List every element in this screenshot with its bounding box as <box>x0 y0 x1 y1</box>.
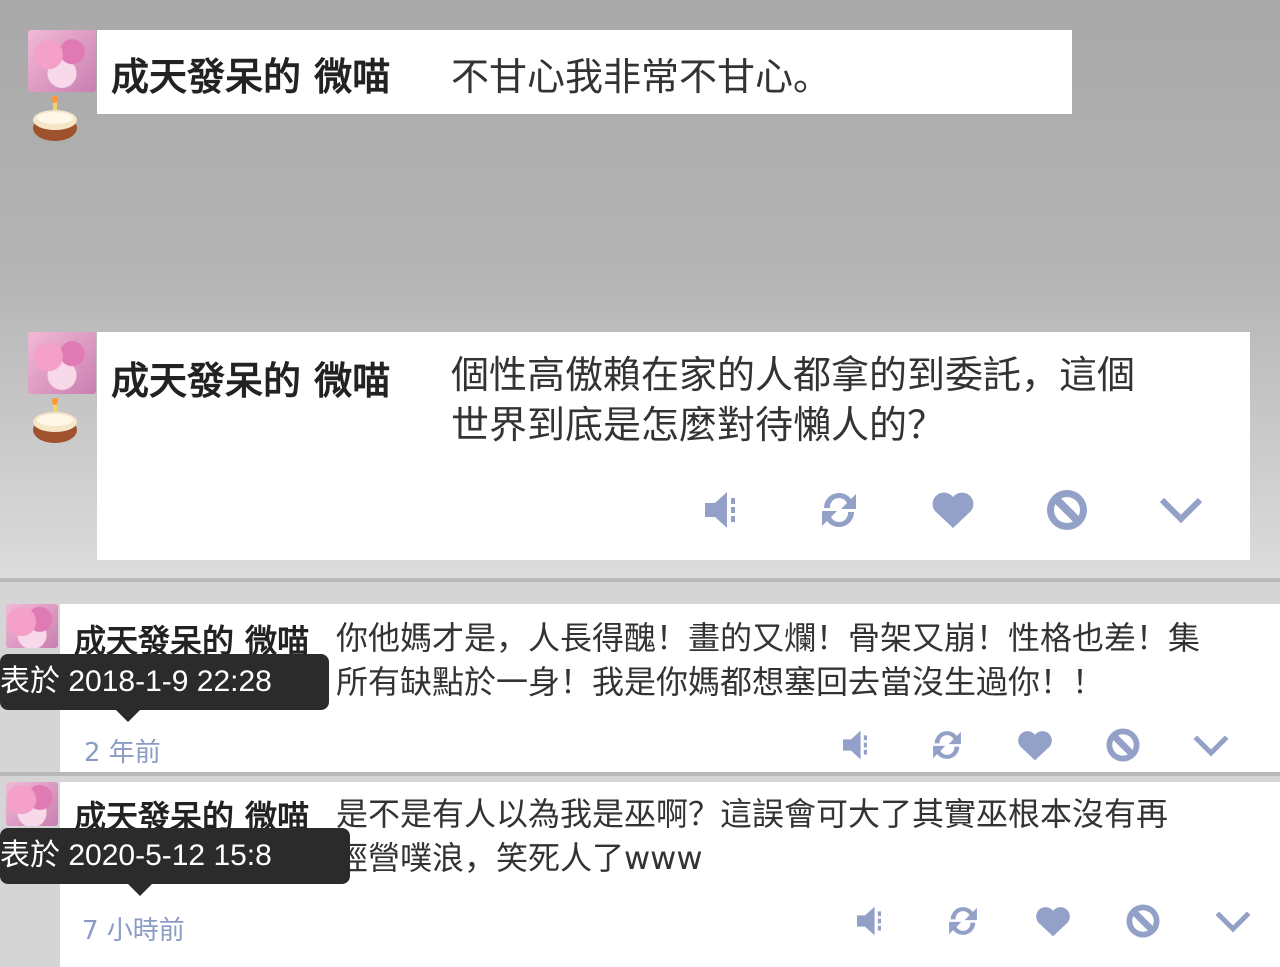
avatar-image <box>6 604 58 648</box>
plurk-card: 成天發呆的 微喵 不甘心我非常不甘心。 <box>97 30 1072 114</box>
avatar[interactable] <box>28 30 96 148</box>
block-icon[interactable] <box>1120 898 1166 944</box>
mute-icon[interactable] <box>850 898 896 944</box>
plurk-actions <box>836 722 1234 768</box>
plurk-text: 是不是有人以為我是巫啊？這誤會可大了其實巫根本沒有再 經營噗浪，笑死人了www <box>336 792 1168 880</box>
screenshot-panel-2: 成天發呆的 微喵 你他媽才是，人長得醜！畫的又爛！骨架又崩！性格也差！集 所有缺… <box>0 582 1280 772</box>
plurk-actions <box>697 482 1209 538</box>
birthday-cake-icon <box>33 398 77 443</box>
plurk-text: 不甘心我非常不甘心。 <box>451 55 832 99</box>
chevron-down-icon[interactable] <box>1188 722 1234 768</box>
avatar-image <box>6 782 58 826</box>
chevron-down-icon[interactable] <box>1210 898 1256 944</box>
timestamp-tooltip: 表於 2018-1-9 22:28 <box>0 654 329 722</box>
plurk-text-line: 世界到底是怎麼對待懶人的？ <box>451 403 946 447</box>
plurk-text-line: 你他媽才是，人長得醜！畫的又爛！骨架又崩！性格也差！集 <box>336 619 1201 657</box>
plurk-text-line: 經營噗浪，笑死人了www <box>336 839 703 877</box>
timestamp-relative[interactable]: 7 小時前 <box>82 910 185 947</box>
mute-icon[interactable] <box>697 482 753 538</box>
block-icon[interactable] <box>1100 722 1146 768</box>
tooltip-arrow <box>128 884 152 896</box>
plurk-text-line: 個性高傲賴在家的人都拿的到委託，這個 <box>451 353 1136 397</box>
avatar-image <box>28 332 96 394</box>
plurk-text-line: 是不是有人以為我是巫啊？這誤會可大了其實巫根本沒有再 <box>336 795 1169 833</box>
replurk-icon[interactable] <box>924 722 970 768</box>
chevron-down-icon[interactable] <box>1153 482 1209 538</box>
author-name[interactable]: 成天發呆的 微喵 <box>111 350 390 405</box>
plurk-card: 成天發呆的 微喵 個性高傲賴在家的人都拿的到委託，這個 世界到底是怎麼對待懶人的… <box>97 332 1250 560</box>
plurk-actions <box>850 898 1256 944</box>
avatar[interactable] <box>28 332 96 450</box>
plurk-text: 個性高傲賴在家的人都拿的到委託，這個 世界到底是怎麼對待懶人的？ <box>451 350 1135 450</box>
plurk-text: 你他媽才是，人長得醜！畫的又爛！骨架又崩！性格也差！集 所有缺點於一身！我是你媽… <box>336 616 1200 704</box>
author-name[interactable]: 成天發呆的 微喵 <box>111 46 390 101</box>
screenshot-panel-1: 成天發呆的 微喵 不甘心我非常不甘心。 成天發呆的 微喵 個性高傲賴在家的人都拿… <box>0 0 1280 578</box>
heart-icon[interactable] <box>1012 722 1058 768</box>
birthday-cake-icon <box>33 96 77 141</box>
heart-icon[interactable] <box>1030 898 1076 944</box>
heart-icon[interactable] <box>925 482 981 538</box>
block-icon[interactable] <box>1039 482 1095 538</box>
replurk-icon[interactable] <box>811 482 867 538</box>
screenshot-panel-3: 成天發呆的 微喵 是不是有人以為我是巫啊？這誤會可大了其實巫根本沒有再 經營噗浪… <box>0 776 1280 967</box>
timestamp-tooltip: 表於 2020-5-12 15:8 <box>0 828 350 896</box>
tooltip-text: 表於 2018-1-9 22:28 <box>0 665 272 698</box>
avatar-image <box>28 30 96 92</box>
replurk-icon[interactable] <box>940 898 986 944</box>
tooltip-arrow <box>116 710 140 722</box>
timestamp-relative[interactable]: 2 年前 <box>84 732 161 769</box>
mute-icon[interactable] <box>836 722 882 768</box>
tooltip-text: 表於 2020-5-12 15:8 <box>0 839 272 872</box>
plurk-text-line: 所有缺點於一身！我是你媽都想塞回去當沒生過你！！ <box>336 663 1105 701</box>
